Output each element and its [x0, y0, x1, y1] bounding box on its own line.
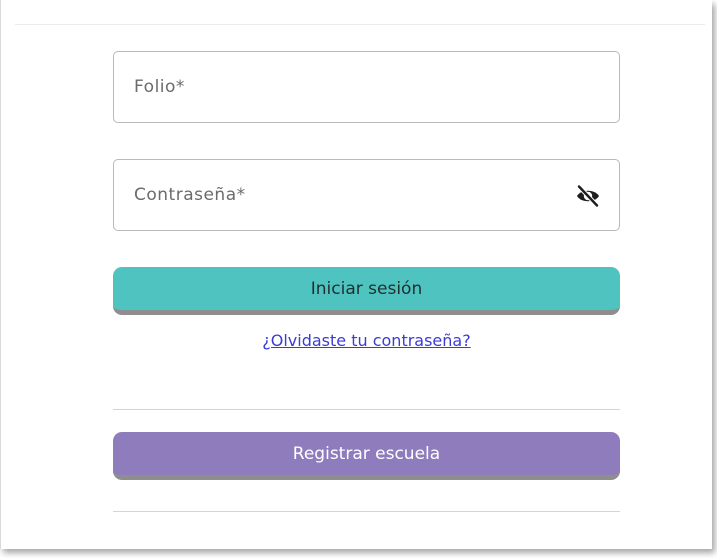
register-school-button[interactable]: Registrar escuela: [113, 432, 620, 480]
folio-input[interactable]: [134, 52, 554, 122]
top-divider: [15, 24, 705, 25]
password-field[interactable]: [113, 159, 620, 231]
forgot-password-link[interactable]: ¿Olvidaste tu contraseña?: [113, 331, 620, 350]
login-button[interactable]: Iniciar sesión: [113, 267, 620, 315]
folio-field[interactable]: [113, 51, 620, 123]
divider: [113, 511, 620, 512]
password-input[interactable]: [134, 160, 554, 230]
eye-slash-icon[interactable]: [575, 184, 601, 208]
login-panel: Iniciar sesión ¿Olvidaste tu contraseña?…: [0, 0, 712, 549]
divider: [113, 409, 620, 410]
